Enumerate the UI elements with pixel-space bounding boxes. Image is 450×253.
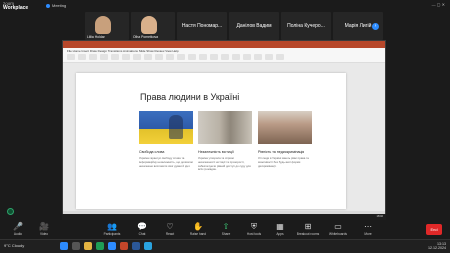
participant-name: Olha Pometkova	[133, 35, 159, 39]
whiteboards-button[interactable]: ▭ Whiteboards	[326, 222, 350, 236]
participants-button[interactable]: 👥 Participants	[100, 222, 124, 236]
breakout-icon: ⊞	[304, 222, 312, 231]
app-brand: zoom Workplace	[3, 1, 28, 11]
justice-statue-image	[198, 111, 252, 144]
slide-canvas: Права людини в Україні Свобода слова Укр…	[63, 63, 385, 213]
end-meeting-button[interactable]: End	[426, 224, 442, 235]
slide: Права людини в Україні Свобода слова Укр…	[76, 73, 346, 209]
zoom-window: zoom Workplace Meeting — ▢ ✕ Liliia Hold…	[0, 0, 450, 253]
meeting-label: Meeting	[52, 3, 67, 8]
more-icon: ⋯	[364, 222, 372, 231]
participant-name: Настя Пономар...	[181, 23, 223, 29]
breakout-rooms-button[interactable]: ⊞ Breakout rooms	[296, 222, 320, 236]
explorer-icon[interactable]	[84, 242, 92, 250]
participant-tile[interactable]: Настя Пономар...	[177, 12, 227, 40]
telegram-icon[interactable]	[144, 242, 152, 250]
shield-icon: ⛨	[251, 222, 257, 231]
participant-name: Поліна Кучеро...	[287, 23, 325, 29]
ribbon-tabs[interactable]: File Home Insert Draw Design Transitions…	[67, 49, 179, 53]
meeting-toolbar: 🎤 Audio 🎥 Video 👥 Participants 💬 Chat ♡ React…	[0, 221, 450, 239]
chat-button[interactable]: 💬 Chat	[130, 222, 154, 236]
card-caption: Свобода слова	[139, 150, 165, 154]
participant-name: Марія Лигій	[344, 23, 372, 29]
participant-tile[interactable]: Olha Pometkova	[131, 12, 175, 40]
title-bar: zoom Workplace Meeting — ▢ ✕	[0, 0, 450, 12]
participant-tile[interactable]: Данілов Вадим	[229, 12, 279, 40]
camera-icon: 🎥	[39, 222, 49, 231]
whiteboard-icon: ▭	[334, 222, 342, 231]
security-shield-icon[interactable]	[7, 208, 14, 215]
apps-button[interactable]: ▦ Apps	[268, 222, 292, 236]
shared-taskbar: 18:02	[62, 214, 386, 226]
hand-icon: ✋	[193, 222, 203, 231]
participant-tile[interactable]: Liliia Holdar	[85, 12, 129, 40]
heart-icon: ♡	[166, 222, 174, 231]
shared-screen: File Home Insert Draw Design Transitions…	[62, 40, 386, 220]
zoom-icon[interactable]	[108, 242, 116, 250]
card-equality: Рівність та недискримінація Усі люди в У…	[258, 111, 312, 168]
video-feed	[95, 16, 111, 34]
participants-icon: 👥	[107, 222, 117, 231]
system-clock: 13:13 12.12.2024	[428, 242, 446, 251]
slide-title: Права людини в Україні	[140, 92, 240, 102]
window-controls[interactable]: — ▢ ✕	[432, 2, 445, 7]
people-image	[258, 111, 312, 144]
taskbar-apps	[60, 242, 152, 250]
audio-button[interactable]: 🎤 Audio	[6, 222, 30, 236]
participant-tile[interactable]: Поліна Кучеро...	[281, 12, 331, 40]
ribbon: File Home Insert Draw Design Transitions…	[63, 48, 385, 63]
shared-clock: 18:02	[376, 215, 384, 218]
card-description: Україна утворила та сприяє незалежності …	[198, 156, 251, 172]
card-caption: Рівність та недискримінація	[258, 150, 305, 154]
word-icon[interactable]	[132, 242, 140, 250]
video-feed	[141, 16, 157, 34]
participant-strip: Liliia Holdar Olha Pometkova Настя Поном…	[85, 12, 383, 40]
card-description: Усі люди в Україні мають рівні права та …	[258, 156, 309, 168]
more-button[interactable]: ⋯ More	[356, 222, 380, 236]
meeting-tab[interactable]: Meeting	[46, 3, 66, 8]
participant-name: Данілов Вадим	[236, 23, 272, 29]
powerpoint-title-bar	[63, 41, 385, 48]
brand-name: Workplace	[3, 5, 29, 11]
share-button[interactable]: ⇧ Share	[214, 222, 238, 236]
share-icon: ⇧	[222, 222, 230, 231]
card-judicial-independence: Незалежність юстиції Україна утворила та…	[198, 111, 252, 172]
ribbon-buttons	[67, 54, 381, 61]
powerpoint-icon[interactable]	[120, 242, 128, 250]
browser-icon[interactable]	[96, 242, 104, 250]
raise-hand-button[interactable]: ✋ Raise hand	[186, 222, 210, 236]
card-description: Україна гарантує свободу слова та інформ…	[139, 156, 193, 168]
flag-image	[139, 111, 193, 144]
host-tools-button[interactable]: ⛨ Host tools	[242, 222, 266, 236]
weather-widget[interactable]: 9°C Cloudy	[4, 243, 24, 248]
apps-icon: ▦	[276, 222, 284, 231]
start-icon[interactable]	[60, 242, 68, 250]
windows-taskbar: 9°C Cloudy 13:13 12.12.2024	[0, 239, 450, 253]
chat-icon: 💬	[137, 222, 147, 231]
react-button[interactable]: ♡ React	[158, 222, 182, 236]
video-button[interactable]: 🎥 Video	[32, 222, 56, 236]
next-page-icon[interactable]: ›	[372, 23, 379, 30]
participant-name: Liliia Holdar	[87, 35, 105, 39]
card-caption: Незалежність юстиції	[198, 150, 234, 154]
card-freedom-of-speech: Свобода слова Україна гарантує свободу с…	[139, 111, 193, 168]
search-icon[interactable]	[72, 242, 80, 250]
mic-icon: 🎤	[13, 222, 23, 231]
meeting-icon	[46, 3, 50, 8]
